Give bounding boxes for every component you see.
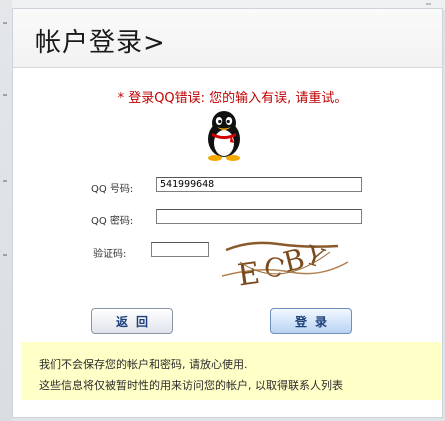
corner-mark — [426, 3, 431, 5]
privacy-notice: 我们不会保存您的帐户和密码, 请放心使用. 这些信息将仅被暂时性的用来访问您的帐… — [21, 342, 441, 400]
back-button[interactable]: 返回 — [91, 308, 173, 334]
captcha-label: 验证码: — [93, 249, 127, 260]
panel-header: 帐户登录> — [13, 9, 442, 68]
page-title: 帐户登录> — [35, 28, 166, 58]
captcha-input[interactable] — [151, 242, 209, 257]
notice-line: 我们不会保存您的帐户和密码, 请放心使用. — [39, 358, 248, 371]
strip-marker — [3, 94, 7, 96]
qq-penguin-icon — [208, 111, 240, 161]
login-button[interactable]: 登录 — [270, 308, 352, 334]
qq-password-input[interactable] — [156, 209, 362, 224]
notice-line: 这些信息将仅被暂时性的用来访问您的帐户, 以取得联系人列表 — [39, 379, 343, 392]
qq-password-label: QQ 密码: — [91, 216, 134, 227]
error-message: * 登录QQ错误: 您的输入有误, 请重试。 — [117, 91, 348, 106]
qq-number-label: QQ 号码: — [91, 184, 134, 195]
strip-marker — [3, 180, 7, 182]
left-sidebar-strip — [0, 0, 12, 421]
login-panel: 帐户登录> * 登录QQ错误: 您的输入有误, 请重试。 QQ 号码: QQ 密… — [12, 8, 443, 418]
captcha-char: E — [235, 256, 262, 294]
captcha-image[interactable]: E C B Y — [220, 232, 350, 294]
strip-marker — [3, 254, 7, 256]
strip-marker — [3, 22, 7, 24]
qq-number-input[interactable] — [156, 177, 362, 192]
